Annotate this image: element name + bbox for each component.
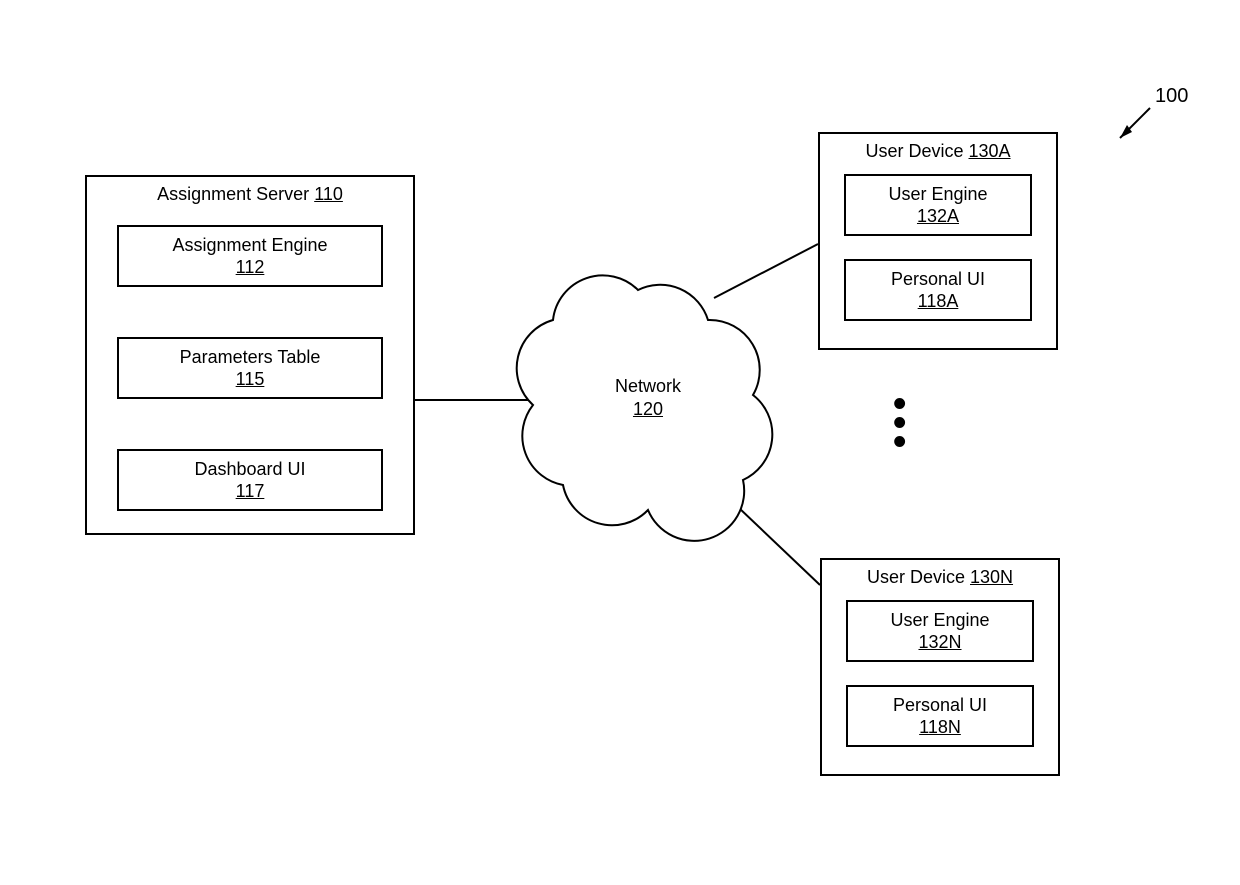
dashboard-ui-box: Dashboard UI 117 xyxy=(117,449,383,511)
user-engine-n-number: 132N xyxy=(918,631,961,654)
figure-reference-text: 100 xyxy=(1155,85,1188,107)
user-device-n-title-number: 130N xyxy=(970,567,1013,587)
ellipsis-dots: • • • xyxy=(893,395,906,452)
network-label: Network xyxy=(528,375,768,398)
user-device-n-title: User Device 130N xyxy=(822,566,1058,589)
diagram-canvas: 100 Assignment Server 110 Assignment Eng… xyxy=(0,0,1240,885)
personal-ui-n-box: Personal UI 118N xyxy=(846,685,1034,747)
personal-ui-a-label: Personal UI xyxy=(891,268,985,291)
assignment-server-box: Assignment Server 110 Assignment Engine … xyxy=(85,175,415,535)
dashboard-ui-label: Dashboard UI xyxy=(194,458,305,481)
user-device-a-title-label: User Device xyxy=(865,141,963,161)
assignment-engine-label: Assignment Engine xyxy=(172,234,327,257)
user-device-a-title-number: 130A xyxy=(969,141,1011,161)
network-number: 120 xyxy=(528,398,768,421)
network-label-group: Network 120 xyxy=(528,375,768,422)
assignment-server-title: Assignment Server 110 xyxy=(87,183,413,206)
user-engine-a-box: User Engine 132A xyxy=(844,174,1032,236)
user-engine-a-number: 132A xyxy=(917,205,959,228)
user-engine-a-label: User Engine xyxy=(888,183,987,206)
dashboard-ui-number: 117 xyxy=(236,480,265,503)
personal-ui-a-box: Personal UI 118A xyxy=(844,259,1032,321)
assignment-server-title-label: Assignment Server xyxy=(157,184,309,204)
parameters-table-label: Parameters Table xyxy=(180,346,321,369)
parameters-table-number: 115 xyxy=(236,368,265,391)
user-device-a-title: User Device 130A xyxy=(820,140,1056,163)
assignment-engine-box: Assignment Engine 112 xyxy=(117,225,383,287)
user-device-n-title-label: User Device xyxy=(867,567,965,587)
user-device-n-box: User Device 130N User Engine 132N Person… xyxy=(820,558,1060,776)
user-engine-n-box: User Engine 132N xyxy=(846,600,1034,662)
assignment-engine-number: 112 xyxy=(236,256,265,279)
user-engine-n-label: User Engine xyxy=(890,609,989,632)
personal-ui-a-number: 118A xyxy=(918,290,959,313)
personal-ui-n-number: 118N xyxy=(919,716,961,739)
parameters-table-box: Parameters Table 115 xyxy=(117,337,383,399)
network-cloud: Network 120 xyxy=(528,280,768,520)
figure-reference-label: 100 xyxy=(1155,85,1188,108)
assignment-server-title-number: 110 xyxy=(314,184,343,204)
personal-ui-n-label: Personal UI xyxy=(893,694,987,717)
user-device-a-box: User Device 130A User Engine 132A Person… xyxy=(818,132,1058,350)
